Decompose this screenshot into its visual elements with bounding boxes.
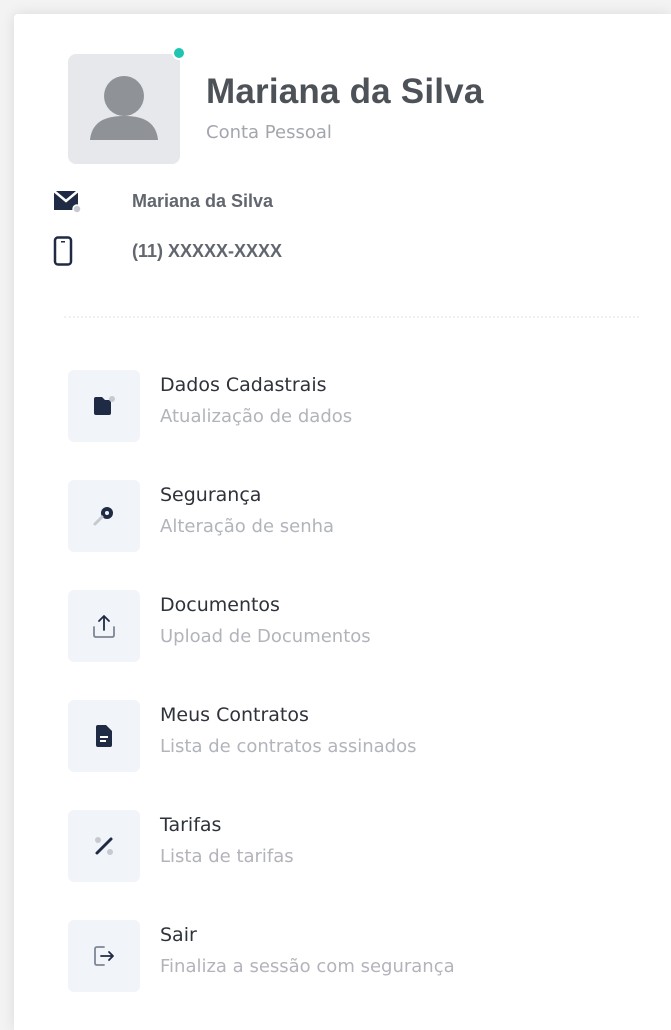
menu-item-subtitle: Upload de Documentos [160, 626, 371, 647]
menu-item-icon-tile [68, 370, 140, 442]
menu-item-icon-tile [68, 590, 140, 662]
menu-item-title: Documentos [160, 594, 280, 616]
menu-item-subtitle: Lista de tarifas [160, 846, 294, 867]
account-type-label: Conta Pessoal [206, 122, 332, 143]
menu-item-title: Tarifas [160, 814, 222, 836]
menu-item-subtitle: Alteração de senha [160, 516, 335, 537]
menu-item-dados-cadastrais[interactable]: Dados Cadastrais Atualização de dados [68, 368, 628, 444]
user-name: Mariana da Silva [206, 72, 484, 111]
contact-phone-text: (11) XXXXX-XXXX [132, 240, 283, 261]
menu-item-title: Sair [160, 924, 197, 946]
document-icon [96, 725, 112, 747]
menu-item-title: Dados Cadastrais [160, 374, 327, 396]
avatar[interactable] [68, 46, 186, 164]
menu-item-sair[interactable]: Sair Finaliza a sessão com segurança [68, 918, 628, 994]
user-silhouette-icon [90, 76, 158, 140]
online-status-indicator [172, 46, 186, 60]
menu-item-subtitle: Lista de contratos assinados [160, 736, 417, 757]
contact-phone-row: (11) XXXXX-XXXX [52, 236, 282, 266]
contact-email-text: Mariana da Silva [132, 190, 274, 211]
menu-item-meus-contratos[interactable]: Meus Contratos Lista de contratos assina… [68, 698, 628, 774]
section-divider [64, 316, 639, 318]
menu-item-icon-tile [68, 810, 140, 882]
menu-item-icon-tile [68, 920, 140, 992]
folder-icon [94, 396, 115, 415]
profile-menu-panel: Mariana da Silva Conta Pessoal Mariana d… [14, 14, 671, 1030]
menu-item-documentos[interactable]: Documentos Upload de Documentos [68, 588, 628, 664]
menu-item-icon-tile [68, 480, 140, 552]
percent-icon [95, 837, 113, 855]
key-icon [93, 507, 113, 526]
envelope-icon [52, 187, 86, 215]
menu-item-tarifas[interactable]: Tarifas Lista de tarifas [68, 808, 628, 884]
menu-item-icon-tile [68, 700, 140, 772]
logout-icon [94, 946, 114, 966]
menu-item-title: Segurança [160, 484, 262, 506]
contact-email-row: Mariana da Silva [52, 186, 273, 216]
menu-item-title: Meus Contratos [160, 704, 309, 726]
smartphone-icon [52, 236, 86, 266]
upload-icon [93, 615, 115, 638]
menu-item-subtitle: Finaliza a sessão com segurança [160, 956, 455, 977]
menu-item-subtitle: Atualização de dados [160, 406, 353, 427]
menu-item-seguranca[interactable]: Segurança Alteração de senha [68, 478, 628, 554]
